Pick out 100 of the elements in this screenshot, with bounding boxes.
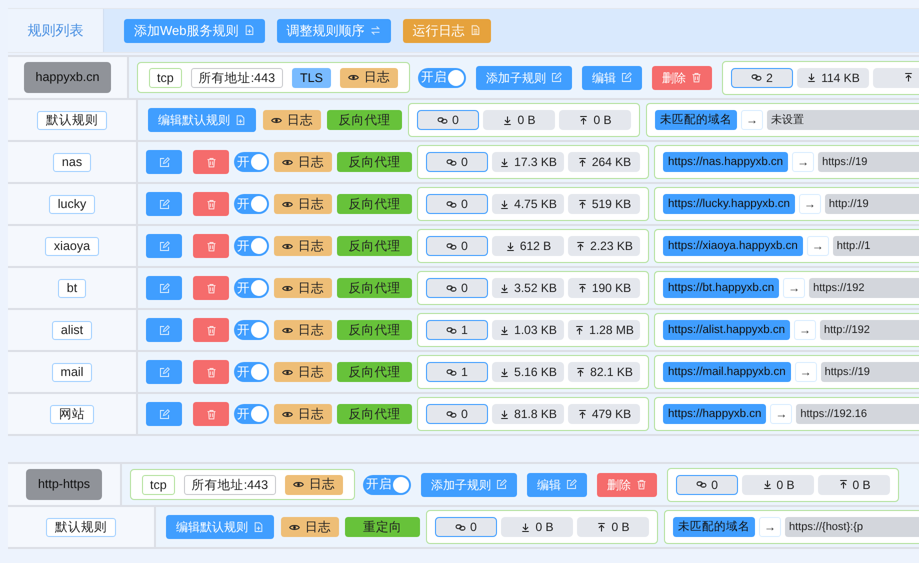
source-domain: https://xiaoya.happyxb.cn <box>663 236 803 256</box>
edit-default-rule-button[interactable]: 编辑默认规则 <box>148 108 256 132</box>
delete-button[interactable]: 删除 <box>597 472 658 496</box>
toggle-switch[interactable]: 开 <box>234 236 269 256</box>
address-tag: 所有地址:443 <box>190 68 284 88</box>
download-icon <box>520 522 532 532</box>
toggle-switch[interactable]: 开启 <box>418 68 466 88</box>
upload-icon <box>576 408 588 420</box>
toggle-switch[interactable]: 开 <box>234 320 269 340</box>
target-address: 未设置 <box>767 110 919 130</box>
delete-button[interactable] <box>193 276 229 300</box>
delete-button[interactable] <box>193 234 229 258</box>
log-toggle[interactable]: 日志 <box>340 68 398 88</box>
edit-icon <box>158 240 170 252</box>
download-amount: 1.03 KB <box>492 320 564 340</box>
delete-button[interactable] <box>193 318 229 342</box>
connection-count: 2 <box>730 68 793 88</box>
target-address: https://192 <box>809 278 919 298</box>
trash-icon <box>206 198 216 210</box>
toolbar-button[interactable]: 运行日志 <box>402 18 490 42</box>
link-icon <box>455 522 466 532</box>
download-icon <box>499 282 510 294</box>
edit-button[interactable] <box>146 234 182 258</box>
upload-amount: 190 KB <box>568 278 640 298</box>
link-icon <box>446 324 458 336</box>
edit-default-rule-button[interactable]: 编辑默认规则 <box>166 515 274 539</box>
trash-icon <box>636 479 648 490</box>
edit-button[interactable] <box>146 318 182 342</box>
link-icon <box>446 408 458 420</box>
document-add-icon <box>253 522 264 532</box>
target-address: https://19 <box>820 362 919 382</box>
download-icon <box>806 72 818 83</box>
log-toggle[interactable]: 日志 <box>274 362 332 382</box>
source-domain: https://mail.happyxb.cn <box>663 362 791 382</box>
edit-button[interactable] <box>146 276 182 300</box>
upload-amount: 2.23 KB <box>568 236 640 256</box>
log-toggle[interactable]: 日志 <box>274 404 332 424</box>
connection-count: 1 <box>426 320 488 340</box>
toggle-switch[interactable]: 开 <box>234 404 269 424</box>
upload-amount: 519 KB <box>568 194 640 214</box>
toggle-switch[interactable]: 开 <box>234 362 269 382</box>
toggle-switch[interactable]: 开启 <box>363 474 412 494</box>
edit-icon <box>496 479 508 490</box>
edit-button[interactable] <box>146 192 182 216</box>
delete-button[interactable] <box>193 150 229 174</box>
add-subrule-button[interactable]: 添加子规则 <box>476 66 572 90</box>
log-toggle[interactable]: 日志 <box>274 194 332 214</box>
trash-icon <box>206 156 216 168</box>
edit-button[interactable] <box>146 150 182 174</box>
rule-type-tag: 反向代理 <box>337 362 412 382</box>
log-toggle[interactable]: 日志 <box>274 152 332 172</box>
download-amount: 612 B <box>492 236 564 256</box>
edit-button[interactable]: 编辑 <box>582 66 642 90</box>
delete-button[interactable] <box>193 192 229 216</box>
toggle-switch[interactable]: 开 <box>234 152 269 172</box>
delete-button[interactable] <box>193 402 229 426</box>
edit-button[interactable] <box>146 402 182 426</box>
toggle-switch[interactable]: 开 <box>234 194 269 214</box>
arrow-right-icon: → <box>741 110 763 130</box>
upload-amount: 264 KB <box>568 152 640 172</box>
toolbar-button[interactable]: 调整规则顺序 <box>276 18 390 42</box>
edit-icon <box>158 324 170 336</box>
edit-icon <box>158 198 170 210</box>
source-domain: https://bt.happyxb.cn <box>663 278 780 298</box>
download-amount: 0 B <box>501 517 573 537</box>
upload-icon <box>838 479 849 490</box>
source-domain: https://lucky.happyxb.cn <box>663 194 795 214</box>
log-toggle[interactable]: 日志 <box>281 517 339 537</box>
protocol-tag: tcp <box>142 474 175 494</box>
edit-button[interactable] <box>146 360 182 384</box>
delete-button[interactable] <box>193 360 229 384</box>
rule-type-tag: 反向代理 <box>327 110 402 130</box>
upload-icon <box>575 240 586 252</box>
upload-icon <box>575 366 586 378</box>
download-icon <box>499 156 510 168</box>
source-domain: https://alist.happyxb.cn <box>663 320 790 340</box>
add-subrule-button[interactable]: 添加子规则 <box>421 472 518 496</box>
arrow-right-icon: → <box>783 278 806 298</box>
rule-type-tag: 反向代理 <box>337 404 412 424</box>
log-toggle[interactable]: 日志 <box>274 236 332 256</box>
edit-button[interactable]: 编辑 <box>527 472 588 496</box>
upload-amount: 1.28 MB <box>568 320 640 340</box>
swap-arrows-icon <box>370 25 380 36</box>
toggle-switch[interactable]: 开 <box>234 278 269 298</box>
log-toggle[interactable]: 日志 <box>263 110 321 130</box>
edit-icon <box>566 479 578 490</box>
link-icon <box>696 479 708 490</box>
link-icon <box>751 72 762 83</box>
toolbar-button[interactable]: 添加Web服务规则 <box>124 18 264 42</box>
source-domain: https://nas.happyxb.cn <box>663 152 788 172</box>
delete-button[interactable]: 删除 <box>652 66 712 90</box>
target-address: https://192.16 <box>796 404 919 424</box>
download-amount: 17.3 KB <box>492 152 564 172</box>
arrow-right-icon: → <box>794 362 817 382</box>
download-icon <box>762 479 773 490</box>
log-toggle[interactable]: 日志 <box>285 474 344 494</box>
log-toggle[interactable]: 日志 <box>274 278 332 298</box>
download-amount: 114 KB <box>796 68 869 88</box>
log-toggle[interactable]: 日志 <box>274 320 332 340</box>
tab[interactable]: 规则列表 <box>8 9 104 52</box>
